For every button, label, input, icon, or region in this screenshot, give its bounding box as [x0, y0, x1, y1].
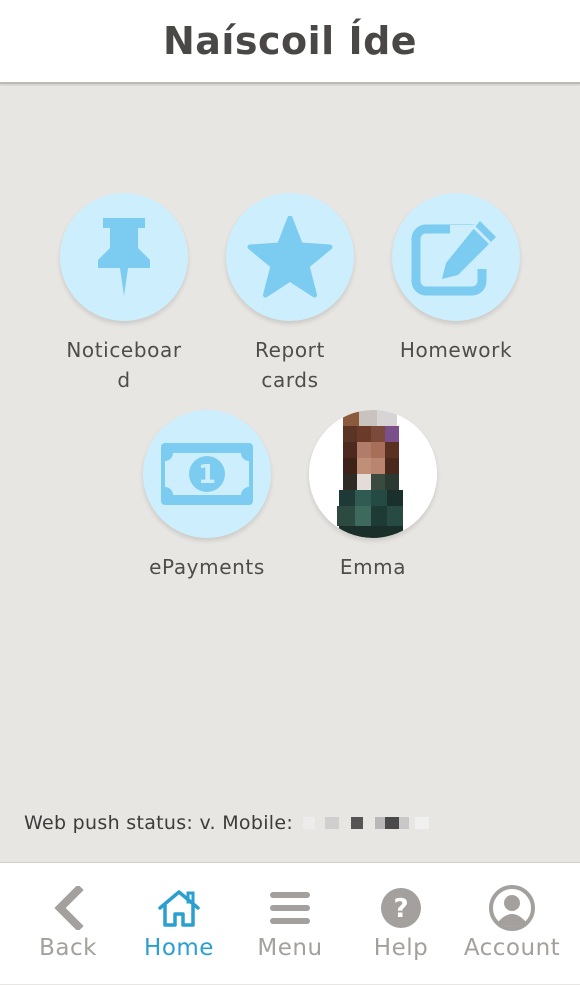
child-avatar[interactable]	[309, 410, 437, 538]
tile-homework[interactable]: Homework	[371, 193, 541, 365]
tab-label: Back	[39, 935, 97, 961]
tile-label: ePayments	[149, 555, 265, 579]
tab-label: Account	[463, 935, 561, 961]
home-grid: Noticeboard Report cards Homework 1 ePay…	[0, 86, 580, 862]
tile-noticeboard[interactable]: Noticeboard	[39, 193, 209, 395]
edit-icon	[411, 221, 496, 296]
bottom-tab-bar: Back Home Menu ? Help Account	[0, 862, 580, 984]
star-icon	[247, 216, 333, 298]
chevron-left-icon	[54, 886, 84, 930]
homework-button[interactable]	[392, 193, 520, 321]
account-icon	[489, 885, 535, 931]
child-photo-pixelated	[309, 410, 437, 538]
tab-home[interactable]: Home	[121, 863, 237, 985]
epayments-button[interactable]: 1	[143, 410, 271, 538]
tile-emma[interactable]: Emma	[288, 410, 458, 582]
home-icon	[158, 890, 200, 927]
pushpin-icon	[98, 218, 150, 296]
svg-text:1: 1	[198, 460, 216, 490]
tab-help[interactable]: ? Help	[343, 863, 459, 985]
tile-report-cards[interactable]: Report cards	[205, 193, 375, 395]
page-title: Naíscoil Íde	[162, 19, 418, 63]
report-cards-button[interactable]	[226, 193, 354, 321]
hamburger-icon	[270, 892, 310, 924]
tab-back[interactable]: Back	[10, 863, 126, 985]
tile-label: Noticeboard	[66, 338, 182, 392]
tile-label: Homework	[399, 338, 513, 362]
tab-menu[interactable]: Menu	[232, 863, 348, 985]
tab-account[interactable]: Account	[454, 863, 570, 985]
tile-label: Emma	[339, 555, 407, 579]
app-header: Naíscoil Íde	[0, 0, 580, 84]
tile-label: Report cards	[255, 338, 325, 392]
tab-label: Help	[373, 935, 429, 961]
tab-label: Home	[144, 935, 214, 961]
tile-epayments[interactable]: 1 ePayments	[122, 410, 292, 582]
redacted-value	[299, 817, 430, 829]
tab-label: Menu	[257, 935, 323, 961]
web-push-status: Web push status: v. Mobile:	[24, 812, 430, 834]
svg-text:?: ?	[393, 894, 408, 924]
banknote-icon: 1	[161, 443, 253, 505]
web-push-status-text: Web push status: v. Mobile:	[24, 812, 294, 834]
noticeboard-button[interactable]	[60, 193, 188, 321]
help-icon: ?	[381, 888, 421, 928]
